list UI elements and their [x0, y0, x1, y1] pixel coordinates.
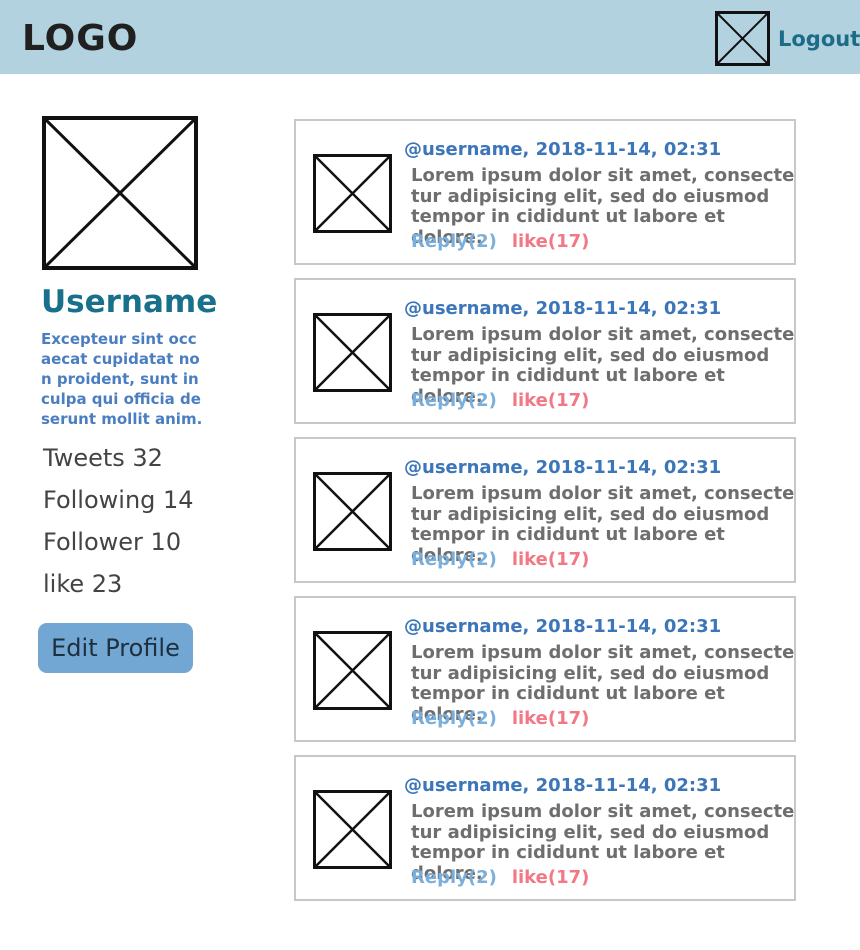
- image-placeholder-icon: [313, 472, 392, 551]
- top-bar: LOGO Logout: [0, 0, 860, 74]
- image-placeholder-icon: [313, 154, 392, 233]
- reply-link[interactable]: Reply(2): [411, 708, 497, 729]
- like-link[interactable]: like(17): [512, 390, 590, 411]
- tweet-meta: @username, 2018-11-14, 02:31: [404, 139, 722, 160]
- tweet-meta: @username, 2018-11-14, 02:31: [404, 298, 722, 319]
- tweet-actions: Reply(2) like(17): [411, 708, 589, 730]
- edit-profile-button[interactable]: Edit Profile: [38, 623, 193, 673]
- tweet-meta: @username, 2018-11-14, 02:31: [404, 616, 722, 637]
- tweet-card: @username, 2018-11-14, 02:31 Lorem ipsum…: [294, 278, 796, 424]
- tweet-card: @username, 2018-11-14, 02:31 Lorem ipsum…: [294, 596, 796, 742]
- tweet-actions: Reply(2) like(17): [411, 231, 589, 253]
- tweet-meta: @username, 2018-11-14, 02:31: [404, 775, 722, 796]
- image-placeholder-icon: [313, 790, 392, 869]
- profile-username: Username: [41, 284, 218, 320]
- tweet-actions: Reply(2) like(17): [411, 549, 589, 571]
- tweet-card: @username, 2018-11-14, 02:31 Lorem ipsum…: [294, 119, 796, 265]
- logo: LOGO: [22, 18, 139, 59]
- like-link[interactable]: like(17): [512, 708, 590, 729]
- logout-link[interactable]: Logout: [778, 26, 860, 52]
- like-link[interactable]: like(17): [512, 867, 590, 888]
- like-link[interactable]: like(17): [512, 549, 590, 570]
- tweet-card: @username, 2018-11-14, 02:31 Lorem ipsum…: [294, 437, 796, 583]
- reply-link[interactable]: Reply(2): [411, 390, 497, 411]
- stat-follower: Follower 10: [43, 528, 182, 556]
- image-placeholder-icon: [313, 313, 392, 392]
- reply-link[interactable]: Reply(2): [411, 231, 497, 252]
- reply-link[interactable]: Reply(2): [411, 867, 497, 888]
- reply-link[interactable]: Reply(2): [411, 549, 497, 570]
- tweet-actions: Reply(2) like(17): [411, 390, 589, 412]
- stat-following: Following 14: [43, 486, 194, 514]
- image-placeholder-icon[interactable]: [715, 11, 770, 66]
- tweet-meta: @username, 2018-11-14, 02:31: [404, 457, 722, 478]
- tweet-actions: Reply(2) like(17): [411, 867, 589, 889]
- profile-picture-placeholder-icon: [42, 116, 198, 270]
- tweet-card: @username, 2018-11-14, 02:31 Lorem ipsum…: [294, 755, 796, 901]
- stat-like: like 23: [43, 570, 123, 598]
- profile-bio: Excepteur sint occaecat cupidatat non pr…: [41, 330, 203, 428]
- image-placeholder-icon: [313, 631, 392, 710]
- like-link[interactable]: like(17): [512, 231, 590, 252]
- stat-tweets: Tweets 32: [43, 444, 163, 472]
